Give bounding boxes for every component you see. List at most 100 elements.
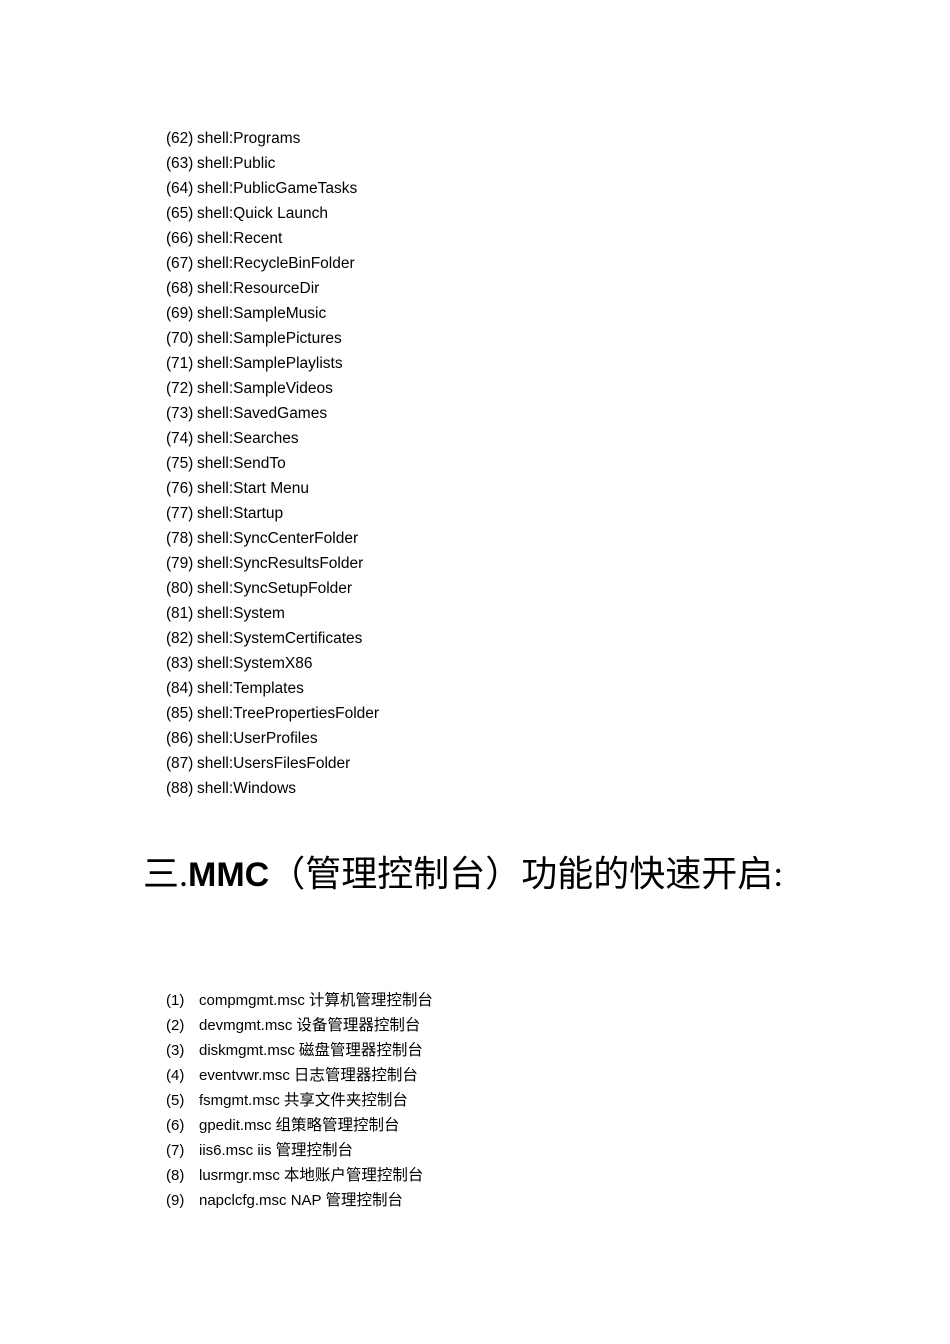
list-item-label: shell:TreePropertiesFolder	[197, 705, 380, 722]
list-item-label: shell:SystemCertificates	[197, 630, 363, 647]
list-item-number: (3)	[166, 1042, 185, 1059]
list-item-label: shell:Start Menu	[197, 480, 309, 497]
list-item-label: shell:System	[197, 605, 285, 622]
list-item: (83) shell:SystemX86	[166, 651, 786, 676]
list-item: (81) shell:System	[166, 601, 786, 626]
list-item-label: shell:Quick Launch	[197, 205, 328, 222]
list-item: (77) shell:Startup	[166, 501, 786, 526]
list-item: (1) compmgmt.msc 计算机管理控制台	[166, 988, 806, 1013]
list-item-label: shell:SampleVideos	[197, 380, 333, 397]
msc-command-name: devmgmt.msc	[199, 1017, 293, 1034]
list-item-label: shell:SyncCenterFolder	[197, 530, 359, 547]
msc-command-name: gpedit.msc	[199, 1117, 272, 1134]
list-item-number: (62)	[166, 130, 194, 147]
document-page: (62) shell:Programs (63) shell:Public (64) sh…	[0, 0, 950, 1344]
list-item: (62) shell:Programs	[166, 126, 786, 151]
list-item: (85) shell:TreePropertiesFolder	[166, 701, 786, 726]
list-item-number: (86)	[166, 730, 194, 747]
list-item: (86) shell:UserProfiles	[166, 726, 786, 751]
list-item-number: (73)	[166, 405, 194, 422]
list-item-label: shell:SyncSetupFolder	[197, 580, 353, 597]
msc-command-name: diskmgmt.msc	[199, 1042, 295, 1059]
list-item: (66) shell:Recent	[166, 226, 786, 251]
list-item: (63) shell:Public	[166, 151, 786, 176]
list-item-label: shell:Startup	[197, 505, 284, 522]
list-item-number: (68)	[166, 280, 194, 297]
list-item: (75) shell:SendTo	[166, 451, 786, 476]
list-item: (70) shell:SamplePictures	[166, 326, 786, 351]
msc-command-description: 磁盘管理器控制台	[298, 1042, 423, 1059]
msc-command-name: lusrmgr.msc	[199, 1167, 280, 1184]
list-item: (87) shell:UsersFilesFolder	[166, 751, 786, 776]
list-item-number: (78)	[166, 530, 194, 547]
list-item: (76) shell:Start Menu	[166, 476, 786, 501]
msc-command-description: 共享文件夹控制台	[283, 1092, 408, 1109]
list-item-number: (82)	[166, 630, 194, 647]
list-item: (5) fsmgmt.msc 共享文件夹控制台	[166, 1088, 806, 1113]
msc-command-name: compmgmt.msc	[199, 992, 305, 1009]
list-item: (4) eventvwr.msc 日志管理器控制台	[166, 1063, 806, 1088]
list-item-number: (74)	[166, 430, 194, 447]
list-item-label: shell:SampleMusic	[197, 305, 327, 322]
list-item-number: (67)	[166, 255, 194, 272]
list-item: (7) iis6.msc iis 管理控制台	[166, 1138, 806, 1163]
list-item-number: (1)	[166, 992, 185, 1009]
msc-command-description: 管理控制台	[325, 1192, 404, 1209]
list-item: (79) shell:SyncResultsFolder	[166, 551, 786, 576]
list-item-label: shell:SendTo	[197, 455, 286, 472]
list-item: (8) lusrmgr.msc 本地账户管理控制台	[166, 1163, 806, 1188]
msc-command-description: 设备管理器控制台	[296, 1017, 421, 1034]
list-item-number: (8)	[166, 1167, 185, 1184]
list-item-number: (80)	[166, 580, 194, 597]
list-item: (9) napclcfg.msc NAP 管理控制台	[166, 1188, 806, 1213]
list-item-number: (71)	[166, 355, 194, 372]
list-item-number: (64)	[166, 180, 194, 197]
list-item-number: (87)	[166, 755, 194, 772]
msc-command-description: 组策略管理控制台	[275, 1117, 400, 1134]
list-item-label: shell:PublicGameTasks	[197, 180, 358, 197]
list-item-number: (85)	[166, 705, 194, 722]
list-item-number: (5)	[166, 1092, 185, 1109]
list-item-number: (88)	[166, 780, 194, 797]
list-item: (65) shell:Quick Launch	[166, 201, 786, 226]
list-item-label: shell:Windows	[197, 780, 297, 797]
list-item-number: (9)	[166, 1192, 185, 1209]
list-item: (6) gpedit.msc 组策略管理控制台	[166, 1113, 806, 1138]
list-item-number: (7)	[166, 1142, 185, 1159]
list-item-label: shell:UsersFilesFolder	[197, 755, 351, 772]
list-item-number: (77)	[166, 505, 194, 522]
list-item: (88) shell:Windows	[166, 776, 786, 801]
list-item-number: (72)	[166, 380, 194, 397]
list-item-number: (6)	[166, 1117, 185, 1134]
list-item: (64) shell:PublicGameTasks	[166, 176, 786, 201]
list-item-label: shell:UserProfiles	[197, 730, 318, 747]
list-item-label: shell:Programs	[197, 130, 301, 147]
section-heading: 三.MMC（管理控制台）功能的快速开启:	[143, 852, 783, 897]
list-item-label: shell:ResourceDir	[197, 280, 320, 297]
list-item-number: (66)	[166, 230, 194, 247]
msc-command-name: fsmgmt.msc	[199, 1092, 280, 1109]
list-item: (73) shell:SavedGames	[166, 401, 786, 426]
list-item: (78) shell:SyncCenterFolder	[166, 526, 786, 551]
list-item-number: (79)	[166, 555, 194, 572]
msc-command-name: iis6.msc iis	[199, 1142, 272, 1159]
list-item-number: (70)	[166, 330, 194, 347]
msc-command-description: 日志管理器控制台	[293, 1067, 418, 1084]
msc-command-list: (1) compmgmt.msc 计算机管理控制台 (2) devmgmt.msc 设备管…	[166, 988, 806, 1213]
list-item: (71) shell:SamplePlaylists	[166, 351, 786, 376]
list-item-label: shell:Public	[197, 155, 276, 172]
list-item: (3) diskmgmt.msc 磁盘管理器控制台	[166, 1038, 806, 1063]
list-item-label: shell:SamplePlaylists	[197, 355, 343, 372]
msc-command-description: 计算机管理控制台	[308, 992, 433, 1009]
list-item-number: (2)	[166, 1017, 185, 1034]
list-item-label: shell:Templates	[197, 680, 304, 697]
shell-command-list: (62) shell:Programs (63) shell:Public (64) sh…	[166, 126, 786, 801]
list-item: (80) shell:SyncSetupFolder	[166, 576, 786, 601]
msc-command-name: eventvwr.msc	[199, 1067, 290, 1084]
list-item-number: (83)	[166, 655, 194, 672]
list-item-number: (4)	[166, 1067, 185, 1084]
msc-command-description: 本地账户管理控制台	[283, 1167, 424, 1184]
list-item: (69) shell:SampleMusic	[166, 301, 786, 326]
list-item: (82) shell:SystemCertificates	[166, 626, 786, 651]
list-item: (2) devmgmt.msc 设备管理器控制台	[166, 1013, 806, 1038]
